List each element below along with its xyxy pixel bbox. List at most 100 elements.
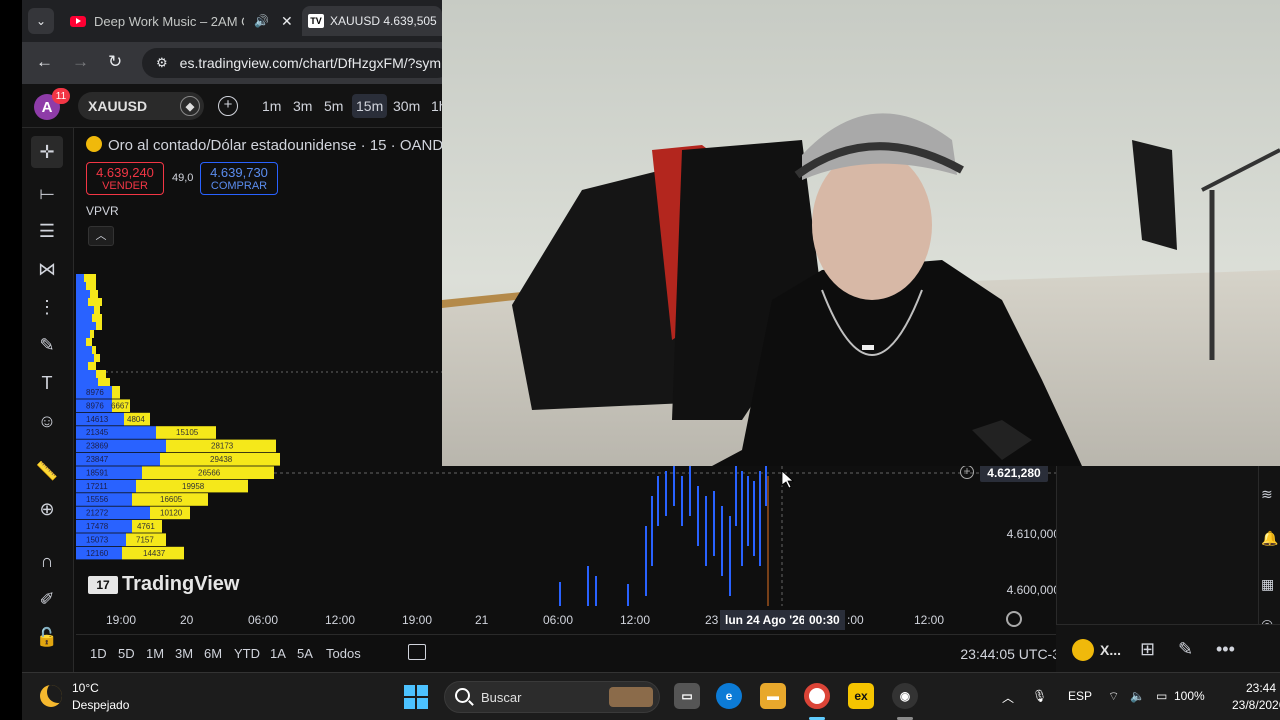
vpvr-down-volume-label: 4761	[137, 522, 155, 531]
taskbar-search[interactable]: Buscar	[444, 681, 660, 713]
vpvr-bar-up	[76, 362, 88, 370]
zoom-icon[interactable]: ⊕	[34, 496, 60, 522]
tab-tradingview[interactable]: TV XAUUSD 4.639,505 ▲	[302, 6, 442, 36]
vpvr-up-volume-label: 17478	[86, 522, 109, 531]
tab-youtube[interactable]: Deep Work Music – 2AM Gr 🔊 ✕	[62, 6, 312, 36]
fib-icon[interactable]: ⋮	[34, 294, 60, 320]
vpvr-bar-up	[76, 298, 88, 306]
go-to-date-icon[interactable]	[408, 644, 426, 660]
battery-icon[interactable]: ▭	[1156, 689, 1167, 703]
magnet-icon[interactable]: ∩	[34, 548, 60, 574]
watchlist-symbol[interactable]: X...	[1072, 639, 1121, 661]
vpvr-down-volume-label: 14437	[143, 549, 166, 558]
range-1m[interactable]: 1M	[146, 646, 164, 661]
tab-title: Deep Work Music – 2AM Gr	[94, 13, 244, 29]
vpvr-bar-up	[76, 322, 96, 330]
timeframe-3m[interactable]: 3m	[293, 98, 312, 114]
range-3m[interactable]: 3M	[175, 646, 193, 661]
close-tab-icon[interactable]: ✕	[281, 13, 293, 30]
time-axis[interactable]: 19:00 20 06:00 12:00 19:00 21 06:00 12:0…	[76, 610, 1056, 630]
weather-temp[interactable]: 10°C	[72, 681, 99, 695]
range-all[interactable]: Todos	[326, 646, 361, 661]
vpvr-bar-down	[112, 386, 120, 399]
range-1a[interactable]: 1A	[270, 646, 286, 661]
collapse-chevron-icon[interactable]: ︿	[88, 226, 114, 246]
indicator-label[interactable]: VPVR	[86, 204, 119, 218]
back-icon[interactable]: ←	[36, 52, 53, 72]
watchlist-header: X... ⊞ ✎ •••	[1056, 624, 1280, 672]
timeframe-5m[interactable]: 5m	[324, 98, 343, 114]
edit-icon[interactable]: ✎	[1178, 639, 1193, 660]
notification-badge: 11	[52, 88, 70, 104]
more-icon[interactable]: •••	[1216, 639, 1235, 660]
timeframe-1h[interactable]: 1h	[431, 98, 442, 114]
pattern-icon[interactable]: ⋈	[34, 256, 60, 282]
clock-date[interactable]: 23/8/2026	[1232, 698, 1280, 712]
site-info-icon[interactable]: ⚙	[156, 55, 168, 71]
obs-icon[interactable]: ◉	[892, 683, 918, 709]
edge-icon[interactable]: e	[716, 683, 742, 709]
crosshair-time-tag: 00:30	[804, 610, 845, 630]
battery-percent[interactable]: 100%	[1174, 689, 1205, 703]
range-ytd[interactable]: YTD	[234, 646, 260, 661]
windows-start-icon[interactable]	[404, 685, 428, 709]
symbol-search[interactable]: XAUUSD ◆	[78, 92, 204, 120]
grid-icon[interactable]: ▦	[1261, 576, 1274, 593]
tab-search-button[interactable]: ⌄	[28, 8, 54, 34]
file-explorer-icon[interactable]: ▬	[760, 683, 786, 709]
wifi-signal-icon[interactable]: ≋	[1261, 486, 1273, 503]
clock-time[interactable]: 23:44	[1246, 681, 1276, 695]
brush-icon[interactable]: ✎	[34, 332, 60, 358]
chrome-icon[interactable]	[804, 683, 830, 709]
reload-icon[interactable]: ↻	[108, 52, 122, 72]
lines-icon[interactable]: ☰	[34, 218, 60, 244]
add-alert-plus-icon[interactable]: +	[960, 465, 974, 479]
lock-drawing-icon[interactable]: ✐	[34, 586, 60, 612]
range-5d[interactable]: 5D	[118, 646, 135, 661]
vpvr-up-volume-label: 8976	[86, 401, 104, 410]
task-view-icon[interactable]: ▭	[674, 683, 700, 709]
bell-icon[interactable]: 🔔	[1261, 530, 1278, 547]
range-1d[interactable]: 1D	[90, 646, 107, 661]
url-field[interactable]: ⚙ es.tradingview.com/chart/DfHzgxFM/?sym…	[142, 48, 452, 78]
text-icon[interactable]: T	[34, 370, 60, 396]
volume-icon[interactable]: 🔈	[1130, 689, 1145, 703]
compare-plus-icon[interactable]: +	[218, 96, 238, 116]
vpvr-bar-up	[76, 274, 84, 282]
chart-clock[interactable]: 23:44:05 UTC-3	[960, 646, 1060, 662]
vpvr-bar-down	[94, 354, 100, 362]
moon-icon[interactable]	[40, 685, 62, 707]
buy-label: COMPRAR	[210, 180, 268, 192]
settings-gear-icon[interactable]	[1006, 611, 1022, 627]
speaker-icon[interactable]: 🔊	[254, 14, 269, 28]
microphone-icon[interactable]: 🎙	[1032, 689, 1047, 703]
range-6m[interactable]: 6M	[204, 646, 222, 661]
timeframe-30m[interactable]: 30m	[393, 98, 420, 114]
forward-icon[interactable]: →	[72, 52, 89, 72]
crosshair-icon[interactable]: ✛	[31, 136, 63, 168]
sell-button[interactable]: 4.639,240 VENDER	[86, 162, 164, 195]
lock-icon[interactable]: 🔓	[34, 624, 60, 650]
trend-line-icon[interactable]: ⟝	[34, 180, 60, 206]
weather-desc[interactable]: Despejado	[72, 698, 129, 712]
language-indicator[interactable]: ESP	[1068, 689, 1092, 703]
crosshair-date-tag: lun 24 Ago '26	[720, 610, 811, 630]
exness-icon[interactable]: ex	[848, 683, 874, 709]
layout-grid-icon[interactable]: ⊞	[1140, 639, 1155, 660]
chart-legend-title[interactable]: Oro al contado/Dólar estadounidense · 15…	[86, 136, 442, 154]
ruler-icon[interactable]: 📏	[34, 458, 60, 484]
diamond-icon[interactable]: ◆	[180, 96, 200, 116]
timeframe-1m[interactable]: 1m	[262, 98, 281, 114]
tab-title: XAUUSD 4.639,505 ▲	[330, 14, 442, 28]
vpvr-down-volume-label: 26566	[198, 468, 221, 477]
vpvr-bar-down	[98, 378, 110, 386]
emoji-icon[interactable]: ☺	[34, 408, 60, 434]
vpvr-up-volume-label: 15556	[86, 495, 109, 504]
buy-button[interactable]: 4.639,730 COMPRAR	[200, 162, 278, 195]
wifi-icon[interactable]: ⌔	[1108, 689, 1119, 704]
vpvr-up-volume-label: 23847	[86, 455, 109, 464]
timeframe-15m[interactable]: 15m	[352, 94, 388, 118]
range-5a[interactable]: 5A	[297, 646, 313, 661]
gold-icon	[86, 136, 102, 152]
chevron-up-icon[interactable]: ︿	[1002, 689, 1014, 706]
